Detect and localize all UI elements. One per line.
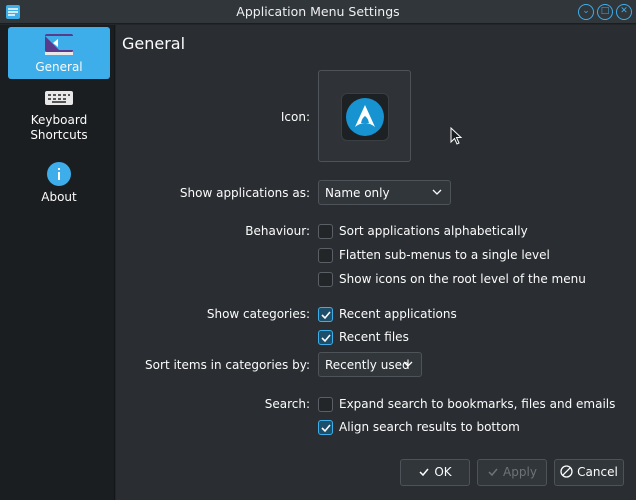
icon-picker-button[interactable] bbox=[318, 70, 411, 162]
general-page: General Icon: Show applications as: Name… bbox=[116, 25, 636, 500]
checkmark-icon bbox=[488, 468, 498, 477]
checkbox-box[interactable] bbox=[318, 272, 333, 287]
arch-logo-icon bbox=[346, 98, 384, 136]
categories-label: Show categories: bbox=[206, 307, 310, 321]
checkbox-box[interactable] bbox=[318, 307, 333, 322]
sidebar-item-general[interactable]: General bbox=[8, 27, 110, 79]
cancel-button[interactable]: Cancel bbox=[554, 459, 624, 486]
checkbox-label: Flatten sub-menus to a single level bbox=[339, 248, 550, 262]
settings-window: Application Menu Settings ⌄ □ ✕ General bbox=[0, 0, 636, 500]
checkbox-label: Align search results to bottom bbox=[339, 420, 520, 434]
cancel-icon bbox=[560, 465, 573, 478]
behaviour-label: Behaviour: bbox=[245, 224, 310, 238]
apply-button[interactable]: Apply bbox=[477, 459, 547, 486]
sidebar-item-label-line1: Keyboard bbox=[30, 113, 88, 127]
show-as-dropdown[interactable]: Name only bbox=[318, 180, 451, 205]
checkbox-label: Show icons on the root level of the menu bbox=[339, 272, 586, 286]
sidebar: General Keyboard Shortcuts About bbox=[0, 25, 115, 500]
chevron-down-icon bbox=[403, 361, 413, 367]
checkbox-label: Expand search to bookmarks, files and em… bbox=[339, 397, 616, 411]
sort-by-value: Recently used bbox=[325, 358, 410, 372]
checkbox-box[interactable] bbox=[318, 420, 333, 435]
close-button[interactable]: ✕ bbox=[616, 4, 632, 20]
sort-by-label: Sort items in categories by: bbox=[145, 358, 310, 372]
checkmark-icon bbox=[321, 311, 331, 320]
checkbox-box[interactable] bbox=[318, 224, 333, 239]
keyboard-icon bbox=[45, 91, 73, 105]
page-title: General bbox=[122, 34, 186, 53]
sidebar-item-about[interactable]: About bbox=[8, 161, 110, 209]
checkbox-box[interactable] bbox=[318, 248, 333, 263]
minimize-button[interactable]: ⌄ bbox=[578, 4, 594, 20]
mouse-pointer-icon bbox=[450, 127, 463, 145]
search-label: Search: bbox=[264, 397, 310, 411]
sidebar-item-label: About bbox=[41, 190, 77, 204]
sidebar-item-label-line2: Shortcuts bbox=[30, 128, 88, 142]
show-as-value: Name only bbox=[325, 186, 390, 200]
sidebar-item-keyboard-shortcuts[interactable]: Keyboard Shortcuts bbox=[8, 89, 110, 151]
chevron-down-icon bbox=[432, 189, 442, 195]
checkbox-label: Sort applications alphabetically bbox=[339, 224, 528, 238]
sidebar-item-label: General bbox=[35, 60, 83, 74]
maximize-button[interactable]: □ bbox=[597, 4, 613, 20]
checkbox-box[interactable] bbox=[318, 330, 333, 345]
checkbox-label: Recent files bbox=[339, 330, 409, 344]
title-bar[interactable]: Application Menu Settings ⌄ □ ✕ bbox=[0, 0, 636, 24]
show-as-label: Show applications as: bbox=[179, 186, 310, 200]
checkmark-icon bbox=[419, 468, 429, 477]
checkmark-icon bbox=[321, 424, 331, 433]
general-settings-icon bbox=[45, 34, 73, 55]
icon-label: Icon: bbox=[280, 110, 310, 124]
window-title: Application Menu Settings bbox=[236, 4, 400, 19]
sort-by-dropdown[interactable]: Recently used bbox=[318, 352, 422, 377]
checkbox-box[interactable] bbox=[318, 397, 333, 412]
ok-button-label: OK bbox=[434, 465, 452, 479]
ok-button[interactable]: OK bbox=[400, 459, 470, 486]
icon-preview bbox=[341, 93, 389, 141]
info-icon bbox=[47, 162, 71, 186]
checkbox-label: Recent applications bbox=[339, 307, 457, 321]
cancel-button-label: Cancel bbox=[577, 465, 618, 479]
checkmark-icon bbox=[321, 334, 331, 343]
apply-button-label: Apply bbox=[503, 465, 537, 479]
